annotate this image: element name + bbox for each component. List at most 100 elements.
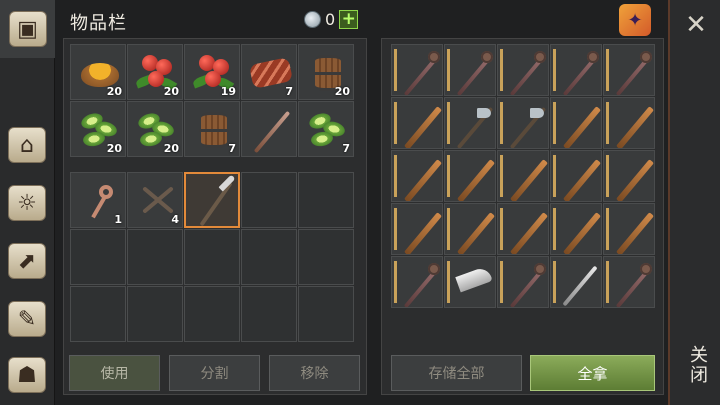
loot-slot[interactable] — [391, 256, 443, 308]
backpack-slot[interactable] — [298, 286, 354, 342]
inventory-slot[interactable]: 7 — [184, 101, 240, 157]
close-icon[interactable]: ✕ — [682, 11, 710, 39]
durability-bar — [500, 155, 503, 197]
inventory-slot[interactable]: 20 — [298, 44, 354, 100]
store-all-button[interactable]: 存储全部 — [391, 355, 522, 391]
remove-button[interactable]: 移除 — [269, 355, 360, 391]
loot-slot[interactable] — [603, 150, 655, 202]
loot-slot[interactable] — [497, 97, 549, 149]
loot-slot[interactable] — [603, 44, 655, 96]
close-label[interactable]: 关闭 — [684, 345, 710, 385]
durability-bar — [500, 102, 503, 144]
loot-slot[interactable] — [444, 256, 496, 308]
loot-slot[interactable] — [391, 44, 443, 96]
inventory-slot[interactable]: 20 — [127, 101, 183, 157]
item-quantity: 20 — [163, 142, 179, 155]
raw-meat-icon — [248, 51, 294, 93]
durability-bar — [447, 155, 450, 197]
item-quantity: 7 — [342, 142, 350, 155]
loot-slot[interactable] — [391, 97, 443, 149]
loot-slot[interactable] — [497, 256, 549, 308]
item-quantity: 4 — [171, 213, 179, 226]
machete-icon — [451, 263, 493, 301]
backpack-slot[interactable] — [70, 286, 126, 342]
loot-slot[interactable] — [497, 203, 549, 255]
durability-bar — [394, 261, 397, 303]
nav-item[interactable]: ☼ — [4, 180, 50, 226]
backpack-slot[interactable] — [127, 229, 183, 285]
inventory-slot[interactable]: 20 — [70, 101, 126, 157]
craft-icon[interactable]: ✦ — [619, 4, 651, 36]
loot-slot[interactable] — [550, 256, 602, 308]
backpack-slot[interactable] — [127, 286, 183, 342]
club-icon — [610, 210, 654, 254]
loot-slot[interactable] — [497, 150, 549, 202]
club-icon — [451, 157, 495, 201]
nav-base-icon: ⌂ — [8, 127, 46, 163]
backpack-slot[interactable] — [241, 229, 297, 285]
backpack-slot[interactable] — [241, 286, 297, 342]
club-icon — [610, 157, 654, 201]
use-button[interactable]: 使用 — [69, 355, 160, 391]
loot-slot[interactable] — [444, 44, 496, 96]
nails-icon — [134, 179, 176, 221]
take-all-button[interactable]: 全拿 — [530, 355, 655, 391]
backpack-slot[interactable] — [70, 229, 126, 285]
nav-item[interactable]: ⌂ — [4, 122, 50, 168]
left-nav: ▣ ⌂ ☼ ⬈ ✎ ☗ — [0, 0, 55, 405]
item-quantity: 1 — [114, 213, 122, 226]
nav-item[interactable]: ⬈ — [4, 238, 50, 284]
durability-bar — [553, 49, 556, 91]
backpack-slot[interactable] — [184, 229, 240, 285]
loot-slot[interactable] — [603, 97, 655, 149]
durability-bar — [606, 49, 609, 91]
backpack-slot[interactable] — [184, 172, 240, 228]
club-icon — [398, 157, 442, 201]
close-panel[interactable]: ✕ 关闭 — [668, 0, 720, 405]
inventory-slot[interactable]: 7 — [298, 101, 354, 157]
loot-slot[interactable] — [391, 203, 443, 255]
backpack-slot[interactable]: 4 — [127, 172, 183, 228]
split-button[interactable]: 分割 — [169, 355, 260, 391]
backpack-slot[interactable] — [241, 172, 297, 228]
loot-slot[interactable] — [497, 44, 549, 96]
nav-item[interactable]: ▣ — [0, 0, 55, 58]
mace-icon — [398, 51, 441, 95]
loot-slot[interactable] — [550, 203, 602, 255]
item-quantity: 20 — [163, 85, 179, 98]
add-currency-button[interactable]: + — [339, 10, 359, 29]
inventory-slot[interactable] — [241, 101, 297, 157]
durability-bar — [606, 261, 609, 303]
nav-chest-icon: ▣ — [8, 11, 47, 47]
nav-backpack-icon: ☗ — [8, 357, 46, 393]
durability-bar — [606, 102, 609, 144]
nav-item[interactable]: ☗ — [4, 352, 50, 398]
axe-icon — [504, 104, 547, 148]
backpack-slot[interactable]: 1 — [70, 172, 126, 228]
nav-map-icon: ⬈ — [8, 243, 46, 279]
key-icon — [77, 179, 119, 221]
durability-bar — [394, 208, 397, 250]
loot-slot[interactable] — [550, 44, 602, 96]
loot-slot[interactable] — [391, 150, 443, 202]
mace-icon — [610, 263, 653, 307]
loot-slot[interactable] — [444, 97, 496, 149]
backpack-slot[interactable] — [184, 286, 240, 342]
inventory-slot[interactable]: 20 — [70, 44, 126, 100]
inventory-slot[interactable]: 19 — [184, 44, 240, 100]
durability-bar — [394, 155, 397, 197]
item-quantity: 19 — [220, 85, 236, 98]
item-quantity: 7 — [228, 142, 236, 155]
nav-item[interactable]: ✎ — [4, 296, 50, 342]
loot-slot[interactable] — [444, 150, 496, 202]
mace-icon — [557, 51, 600, 95]
loot-slot[interactable] — [444, 203, 496, 255]
loot-slot[interactable] — [550, 97, 602, 149]
loot-slot[interactable] — [550, 150, 602, 202]
loot-slot[interactable] — [603, 203, 655, 255]
loot-slot[interactable] — [603, 256, 655, 308]
backpack-slot[interactable] — [298, 172, 354, 228]
backpack-slot[interactable] — [298, 229, 354, 285]
inventory-slot[interactable]: 20 — [127, 44, 183, 100]
inventory-slot[interactable]: 7 — [241, 44, 297, 100]
